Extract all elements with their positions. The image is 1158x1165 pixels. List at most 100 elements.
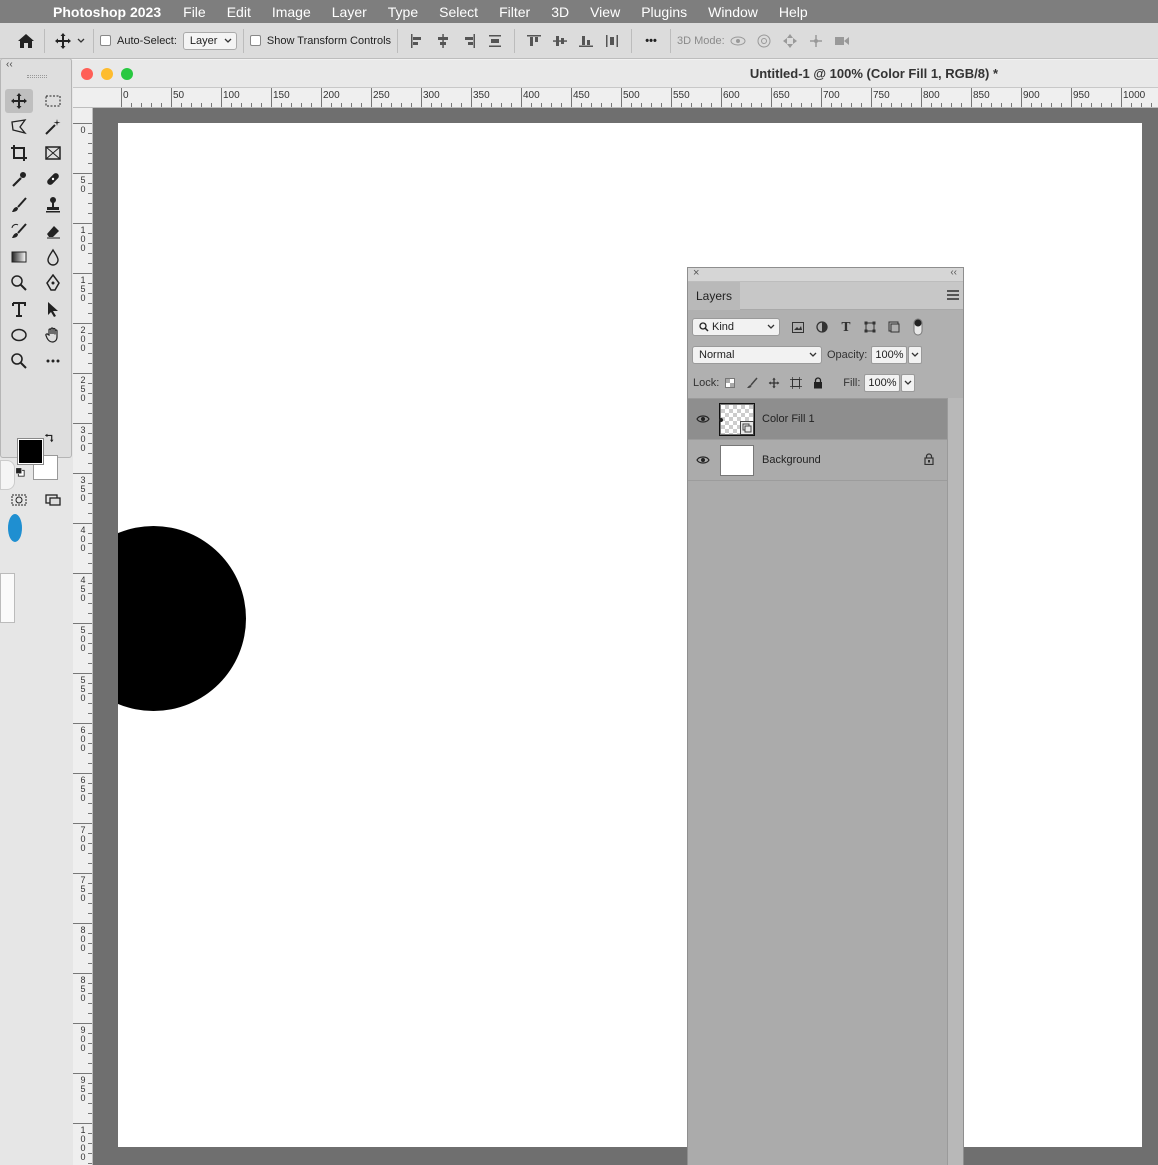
menu-3d[interactable]: 3D <box>551 4 569 20</box>
3d-roll-icon[interactable] <box>751 29 777 53</box>
lock-position-icon[interactable] <box>763 374 785 392</box>
3d-orbit-icon[interactable] <box>725 29 751 53</box>
lock-icon[interactable] <box>924 453 934 468</box>
3d-drag-icon[interactable] <box>777 29 803 53</box>
minimize-window-button[interactable] <box>101 68 113 80</box>
vertical-ruler[interactable]: 0 50 100 150 200 250 300 350 400 450 500 550 600 650 7… <box>73 108 93 1165</box>
layer-name[interactable]: Background <box>762 454 821 466</box>
menu-window[interactable]: Window <box>708 4 758 20</box>
align-top-icon[interactable] <box>521 29 547 53</box>
pasteboard[interactable] <box>93 108 1158 1165</box>
menu-edit[interactable]: Edit <box>227 4 251 20</box>
brush-tool-icon[interactable] <box>5 193 33 217</box>
pixel-layer-filter-icon[interactable] <box>786 318 810 336</box>
move-tool-icon[interactable] <box>5 89 33 113</box>
clone-stamp-tool-icon[interactable] <box>39 193 67 217</box>
horizontal-ruler[interactable]: 0 50 100 150 200 250 300 350 400 450 500 550 600 650 7… <box>73 88 1158 108</box>
path-selection-tool-icon[interactable] <box>39 297 67 321</box>
more-options-icon[interactable]: ••• <box>638 29 664 53</box>
blend-mode-dropdown[interactable]: Normal <box>692 346 822 364</box>
chevron-down-icon[interactable] <box>75 29 87 53</box>
canvas[interactable] <box>118 123 1142 1147</box>
type-tool-icon[interactable] <box>5 297 33 321</box>
lock-all-icon[interactable] <box>807 374 829 392</box>
align-right-icon[interactable] <box>456 29 482 53</box>
lock-artboard-icon[interactable] <box>785 374 807 392</box>
align-bottom-icon[interactable] <box>573 29 599 53</box>
distribute-vertical-icon[interactable] <box>482 29 508 53</box>
magic-wand-tool-icon[interactable] <box>39 115 67 139</box>
fill-input[interactable]: 100% <box>864 374 901 392</box>
screen-mode-icon[interactable] <box>39 489 67 511</box>
panel-grip[interactable] <box>27 75 47 78</box>
panel-menu-icon[interactable] <box>947 290 959 300</box>
auto-select-dropdown[interactable]: Layer <box>182 31 237 50</box>
ellipse-tool-icon[interactable] <box>5 323 33 347</box>
menu-help[interactable]: Help <box>779 4 808 20</box>
tab-layers[interactable]: Layers <box>688 282 740 310</box>
collapse-panel-icon[interactable]: ‹‹ <box>950 267 957 278</box>
dodge-tool-icon[interactable] <box>5 271 33 295</box>
menu-type[interactable]: Type <box>388 4 418 20</box>
smart-object-filter-icon[interactable] <box>882 318 906 336</box>
more-tools-icon[interactable] <box>39 349 67 373</box>
lasso-tool-icon[interactable] <box>5 115 33 139</box>
close-panel-icon[interactable]: × <box>693 267 699 279</box>
show-transform-checkbox[interactable] <box>249 35 261 46</box>
hand-tool-icon[interactable] <box>39 323 67 347</box>
frame-tool-icon[interactable] <box>39 141 67 165</box>
layer-row[interactable]: Color Fill 1 <box>688 399 948 440</box>
type-layer-filter-icon[interactable]: T <box>834 318 858 336</box>
maximize-window-button[interactable] <box>121 68 133 80</box>
foreground-color-swatch[interactable] <box>17 438 44 465</box>
menu-plugins[interactable]: Plugins <box>641 4 687 20</box>
history-brush-tool-icon[interactable] <box>5 219 33 243</box>
align-left-icon[interactable] <box>404 29 430 53</box>
shape-layer-filter-icon[interactable] <box>858 318 882 336</box>
black-circle-shape[interactable] <box>118 526 246 711</box>
align-horizontal-center-icon[interactable] <box>430 29 456 53</box>
menu-image[interactable]: Image <box>272 4 311 20</box>
fill-dropdown[interactable] <box>901 374 916 392</box>
home-icon[interactable] <box>14 29 38 53</box>
opacity-input[interactable]: 100% <box>871 346 908 364</box>
eye-icon[interactable] <box>688 414 718 424</box>
lock-image-pixels-icon[interactable] <box>741 374 763 392</box>
3d-slide-icon[interactable] <box>803 29 829 53</box>
move-tool-preset-icon[interactable] <box>51 29 75 53</box>
menu-layer[interactable]: Layer <box>332 4 367 20</box>
eye-icon[interactable] <box>688 455 718 465</box>
app-name-menu[interactable]: Photoshop 2023 <box>53 4 161 20</box>
pen-tool-icon[interactable] <box>39 271 67 295</box>
menu-filter[interactable]: Filter <box>499 4 530 20</box>
swap-colors-icon[interactable] <box>43 431 57 445</box>
menu-view[interactable]: View <box>590 4 620 20</box>
3d-scale-icon[interactable] <box>829 29 855 53</box>
auto-select-checkbox[interactable] <box>100 35 111 46</box>
layer-name[interactable]: Color Fill 1 <box>762 413 815 425</box>
collapse-panel-icon[interactable]: ‹‹ <box>6 59 13 70</box>
filter-kind-dropdown[interactable]: Kind <box>692 318 780 336</box>
close-window-button[interactable] <box>81 68 93 80</box>
filter-toggle-icon[interactable] <box>906 318 930 336</box>
healing-brush-tool-icon[interactable] <box>39 167 67 191</box>
blur-tool-icon[interactable] <box>39 245 67 269</box>
gradient-tool-icon[interactable] <box>5 245 33 269</box>
crop-tool-icon[interactable] <box>5 141 33 165</box>
layer-list-scrollbar[interactable] <box>947 398 963 1165</box>
opacity-dropdown[interactable] <box>908 346 923 364</box>
lock-transparent-pixels-icon[interactable] <box>719 374 741 392</box>
quick-mask-icon[interactable] <box>5 489 33 511</box>
zoom-tool-icon[interactable] <box>5 349 33 373</box>
eraser-tool-icon[interactable] <box>39 219 67 243</box>
adjustment-layer-filter-icon[interactable] <box>810 318 834 336</box>
marquee-tool-icon[interactable] <box>39 89 67 113</box>
align-vertical-center-icon[interactable] <box>547 29 573 53</box>
layer-row[interactable]: Background <box>688 440 948 481</box>
eyedropper-tool-icon[interactable] <box>5 167 33 191</box>
menu-file[interactable]: File <box>183 4 206 20</box>
default-colors-icon[interactable] <box>14 466 26 478</box>
distribute-horizontal-icon[interactable] <box>599 29 625 53</box>
menu-select[interactable]: Select <box>439 4 478 20</box>
ruler-minor-tick <box>141 103 142 107</box>
